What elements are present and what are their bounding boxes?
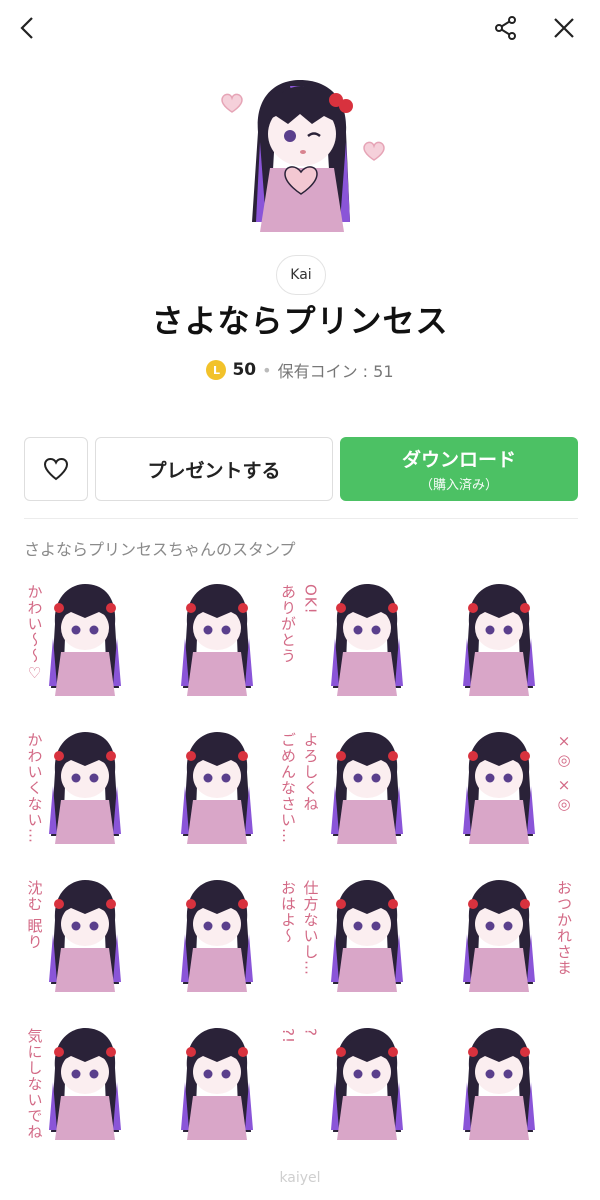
sticker-item[interactable]: ごめんなさい… <box>162 720 300 868</box>
line-coin-icon: L <box>206 360 227 380</box>
action-row: プレゼントする ダウンロード （購入済み） <box>24 437 578 501</box>
sticker-illustration <box>331 584 403 696</box>
price-row: L 50 • 保有コイン : 51 <box>0 355 600 385</box>
sticker-illustration <box>181 1028 253 1140</box>
sticker-caption: 沈む 眠り <box>26 880 43 950</box>
download-button[interactable]: ダウンロード （購入済み） <box>340 437 578 501</box>
sticker-caption: かわい〜〜♡ <box>26 584 43 683</box>
close-icon <box>554 18 574 38</box>
sticker-item[interactable]: よろしくね <box>300 720 438 868</box>
sticker-title: さよならプリンセス <box>151 302 449 340</box>
sticker-illustration <box>463 584 535 696</box>
sticker-item[interactable]: ? <box>300 1016 438 1164</box>
share-button[interactable] <box>488 10 524 46</box>
sticker-caption: ? <box>302 1028 319 1037</box>
sticker-illustration <box>181 732 253 844</box>
heart-outline-icon <box>43 457 69 481</box>
sticker-illustration <box>49 880 121 992</box>
section-label: さよならプリンセスちゃんのスタンプ <box>24 540 296 559</box>
sticker-caption: 気にしないでね <box>26 1028 43 1140</box>
sticker-caption: ごめんなさい… <box>279 732 297 844</box>
sticker-illustration <box>49 1028 121 1140</box>
sticker-item[interactable]: 気にしないでね <box>24 1016 162 1164</box>
close-button[interactable] <box>546 10 582 46</box>
sticker-item[interactable]: かわい〜〜♡ <box>24 572 162 720</box>
sticker-caption: ×◎ ×◎ <box>555 732 573 814</box>
top-bar <box>0 0 600 56</box>
sticker-item[interactable]: OK! <box>300 572 438 720</box>
price-amount: 50 <box>232 360 257 380</box>
sticker-item[interactable]: おつかれさま <box>438 868 576 1016</box>
sticker-illustration <box>49 584 121 696</box>
share-icon <box>495 16 516 40</box>
sticker-item[interactable] <box>438 572 576 720</box>
sticker-item[interactable]: おはよ〜 <box>162 868 300 1016</box>
sticker-grid: かわい〜〜♡ ありがとう OK! かわいくない… ごめんなさい… よろしくね ×◎ ×◎ 沈む… <box>24 572 578 1172</box>
sticker-illustration <box>331 880 403 992</box>
sticker-caption: よろしくね <box>302 732 319 812</box>
sticker-caption: かわいくない… <box>26 732 43 844</box>
price-separator: • <box>262 360 272 380</box>
sticker-illustration <box>49 732 121 844</box>
sticker-illustration <box>181 880 253 992</box>
main-sticker-image <box>200 72 400 240</box>
sticker-illustration <box>331 732 403 844</box>
sticker-caption: 仕方ないし… <box>302 880 319 976</box>
sticker-caption: おつかれさま <box>555 880 573 976</box>
sticker-item[interactable]: 仕方ないし… <box>300 868 438 1016</box>
sticker-item[interactable] <box>438 1016 576 1164</box>
sticker-item[interactable]: かわいくない… <box>24 720 162 868</box>
sticker-illustration <box>331 1028 403 1140</box>
chevron-left-icon <box>20 17 33 39</box>
footer-text: kaiyel <box>279 1170 321 1186</box>
sticker-illustration <box>181 584 253 696</box>
sticker-illustration <box>463 732 535 844</box>
favorite-button[interactable] <box>24 437 88 501</box>
sticker-item[interactable]: ?! <box>162 1016 300 1164</box>
sticker-illustration <box>463 880 535 992</box>
owned-coins: 保有コイン : 51 <box>277 362 394 381</box>
present-button[interactable]: プレゼントする <box>95 437 333 501</box>
sticker-caption: OK! <box>302 584 319 615</box>
sticker-caption: おはよ〜 <box>279 880 297 944</box>
back-button[interactable] <box>10 10 46 46</box>
sticker-item[interactable]: ありがとう <box>162 572 300 720</box>
download-status: （購入済み） <box>419 478 498 493</box>
sticker-item[interactable]: ×◎ ×◎ <box>438 720 576 868</box>
author-name: Kai <box>290 267 312 283</box>
author-link[interactable]: Kai <box>276 255 326 295</box>
download-label: ダウンロード <box>401 449 516 471</box>
sticker-caption: ?! <box>279 1028 297 1044</box>
sticker-illustration <box>463 1028 535 1140</box>
sticker-caption: ありがとう <box>279 584 297 664</box>
sticker-item[interactable]: 沈む 眠り <box>24 868 162 1016</box>
divider <box>24 518 578 519</box>
